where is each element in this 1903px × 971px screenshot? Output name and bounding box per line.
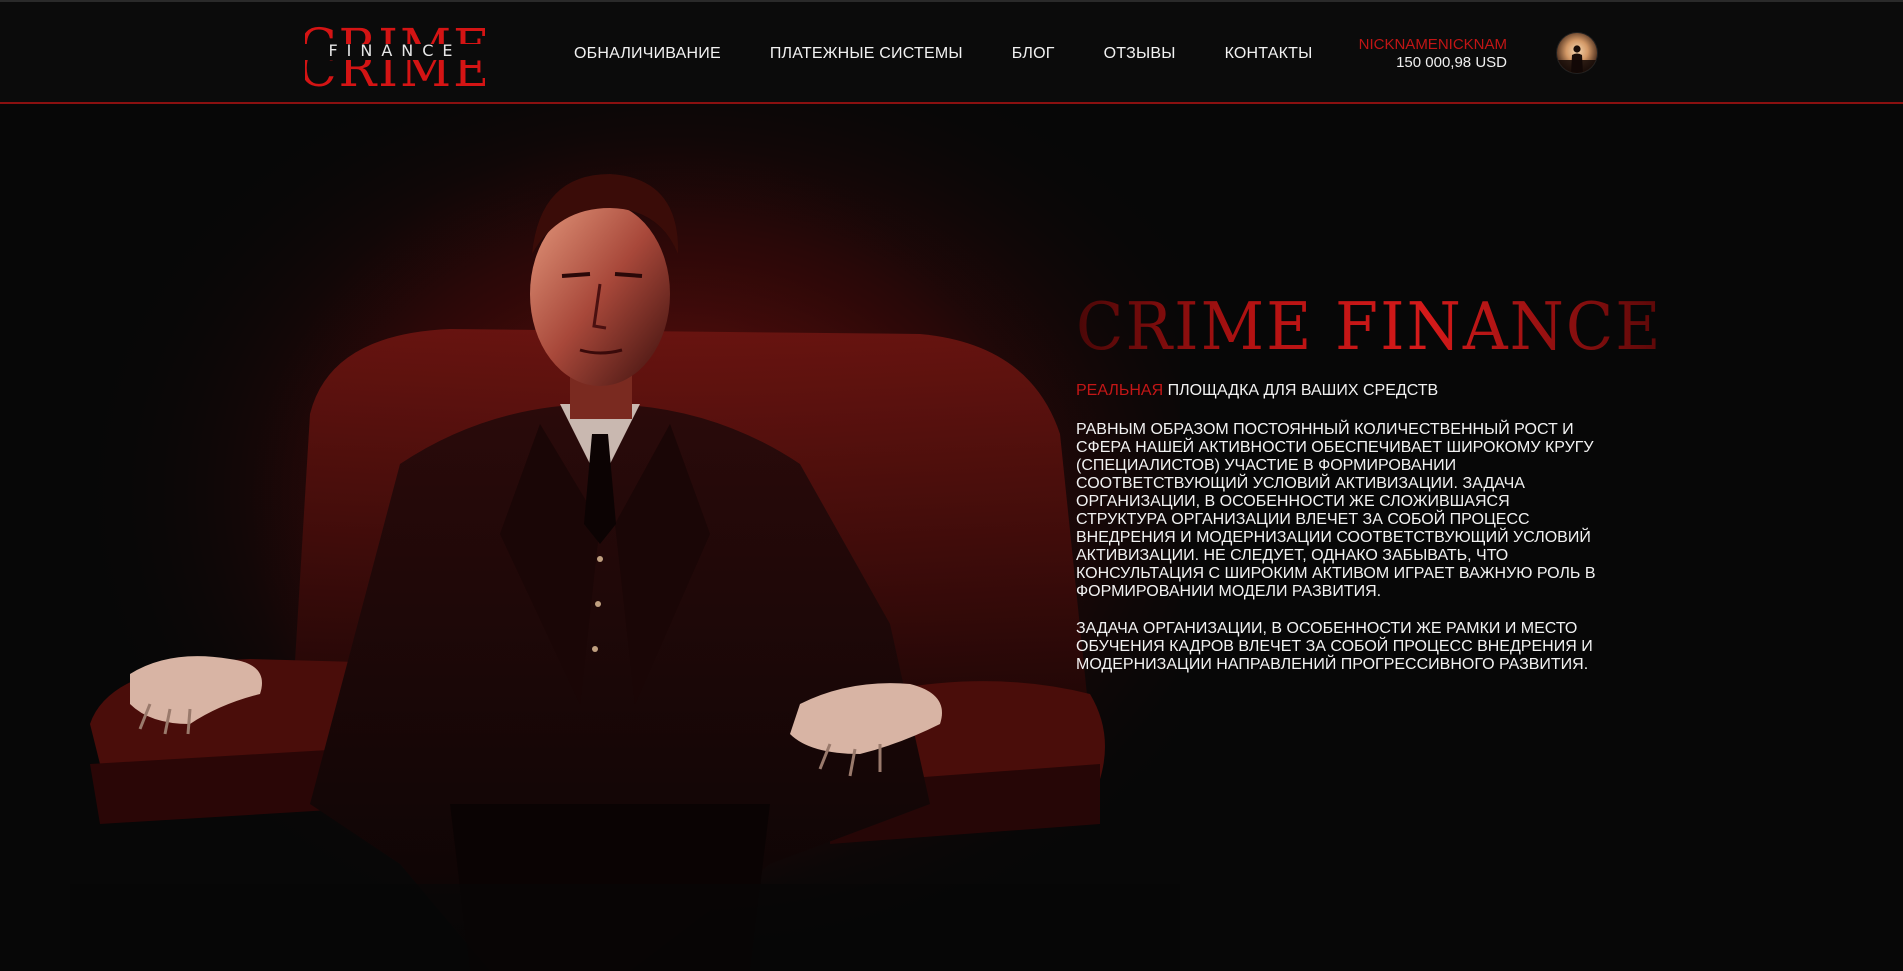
tagline-accent-word: РЕАЛЬНАЯ xyxy=(1076,382,1164,399)
hero-title: CRIME FINANCE xyxy=(1076,288,1663,365)
user-nickname: NICKNAMENICKNAM xyxy=(1358,36,1507,53)
tagline-text: ПЛОЩАДКА ДЛЯ ВАШИХ СРЕДСТВ xyxy=(1167,382,1439,399)
user-account[interactable]: NICKNAMENICKNAM 150 000,98 USD xyxy=(1359,36,1507,72)
hero-paragraph-1: РАВНЫМ ОБРАЗОМ ПОСТОЯННЫЙ КОЛИЧЕСТВЕННЫЙ… xyxy=(1076,421,1596,600)
crime-finance-logo[interactable]: CRIME CRIME FINANCE xyxy=(305,18,485,90)
nav-item-reviews[interactable]: ОТЗЫВЫ xyxy=(1104,45,1176,63)
hero-section: CRIME FINANCE РЕАЛЬНАЯ ПЛОЩАДКА ДЛЯ ВАШИ… xyxy=(0,104,1903,971)
hero-tagline: РЕАЛЬНАЯ ПЛОЩАДКА ДЛЯ ВАШИХ СРЕДСТВ xyxy=(1076,382,1596,400)
page: CRIME CRIME FINANCE ОБНАЛИЧИВАНИЕ ПЛАТЕЖ… xyxy=(0,0,1903,971)
logo-mark: CRIME CRIME FINANCE xyxy=(305,18,485,90)
hero-paragraph-2: ЗАДАЧА ОРГАНИЗАЦИИ, В ОСОБЕННОСТИ ЖЕ РАМ… xyxy=(1076,620,1593,673)
avatar-image xyxy=(1557,33,1597,73)
site-header: CRIME CRIME FINANCE ОБНАЛИЧИВАНИЕ ПЛАТЕЖ… xyxy=(0,0,1903,104)
nav-item-payment-systems[interactable]: ПЛАТЕЖНЫЕ СИСТЕМЫ xyxy=(770,45,963,63)
nav-item-blog[interactable]: БЛОГ xyxy=(1012,45,1055,63)
user-balance: 150 000,98 USD xyxy=(1396,54,1507,71)
user-avatar-icon[interactable] xyxy=(1557,33,1597,73)
main-nav: ОБНАЛИЧИВАНИЕ ПЛАТЕЖНЫЕ СИСТЕМЫ БЛОГ ОТЗ… xyxy=(574,45,1312,63)
godfather-portrait-illustration xyxy=(70,104,1180,971)
nav-item-cashout[interactable]: ОБНАЛИЧИВАНИЕ xyxy=(574,45,721,63)
nav-item-contacts[interactable]: КОНТАКТЫ xyxy=(1225,45,1313,63)
logo-middle-word: FINANCE xyxy=(328,41,461,60)
